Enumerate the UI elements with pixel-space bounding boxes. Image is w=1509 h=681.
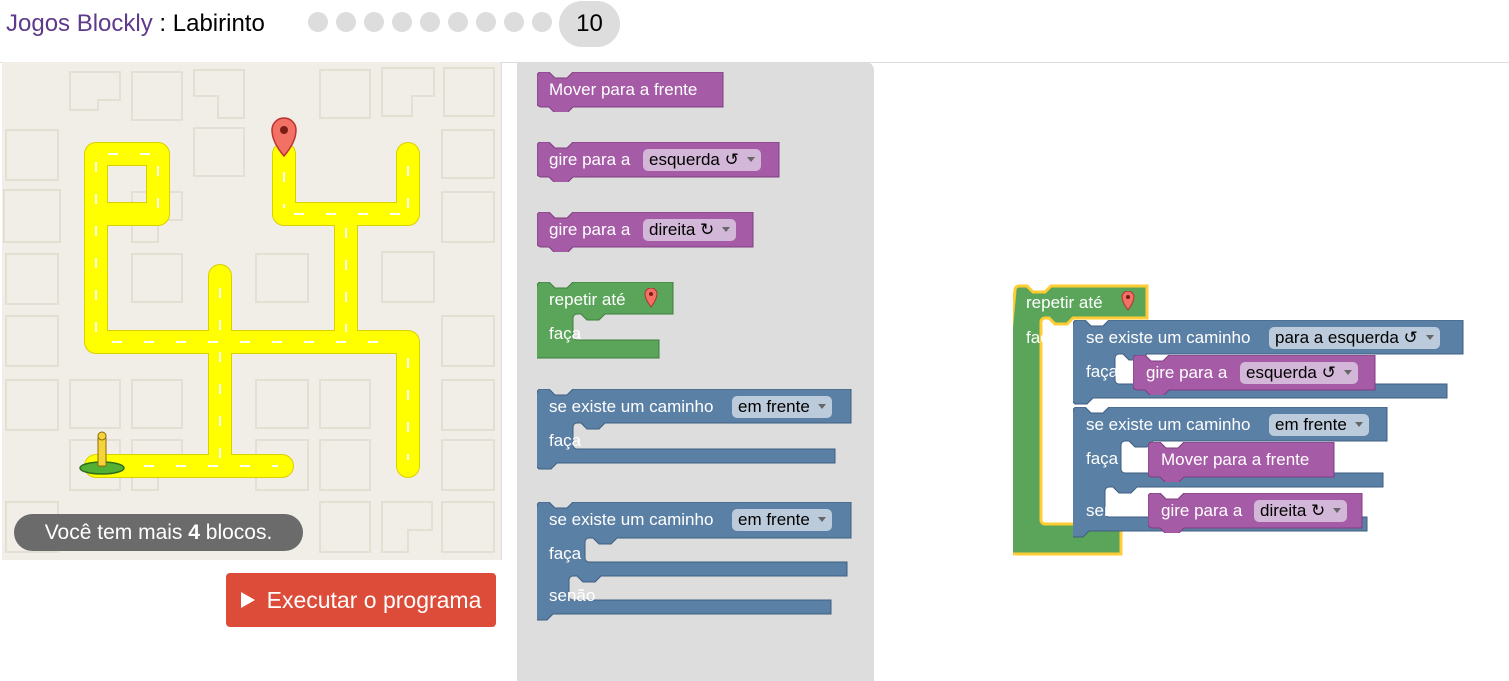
blocks-remaining-count: 4 bbox=[188, 521, 200, 544]
current-level-badge: 10 bbox=[559, 1, 620, 47]
level-dot-1[interactable] bbox=[308, 12, 328, 32]
background-wall-tiles bbox=[3, 67, 495, 553]
header: Jogos Blockly : Labirinto 10 bbox=[0, 0, 1509, 63]
maze-board bbox=[2, 62, 502, 560]
if-do-label: faça bbox=[549, 431, 582, 450]
page-name: Labirinto bbox=[172, 10, 265, 37]
blocks-remaining-message: Você tem mais 4 blocos. bbox=[14, 514, 303, 551]
chevron-down-icon bbox=[1425, 334, 1434, 340]
path-direction-dropdown[interactable]: em frente bbox=[732, 509, 832, 531]
maze-drawing bbox=[3, 67, 495, 553]
turn-right-label: gire para a bbox=[549, 220, 631, 239]
map-marker-icon bbox=[1121, 291, 1135, 311]
turn-direction-dropdown[interactable]: direita ↻ bbox=[1254, 500, 1348, 522]
if-else-path-label: se existe um caminho bbox=[1086, 415, 1251, 434]
move-forward-label: Mover para a frente bbox=[1161, 450, 1310, 469]
chevron-down-icon bbox=[817, 403, 826, 409]
chevron-down-icon bbox=[817, 516, 826, 522]
path-direction-dropdown[interactable]: em frente bbox=[732, 396, 832, 418]
turn-right-label: gire para a bbox=[1161, 501, 1243, 520]
toolbox: Mover para a frente gire para a esquerda… bbox=[517, 62, 874, 681]
repeat-do-label: faça bbox=[1026, 328, 1059, 347]
app-title-link[interactable]: Jogos Blockly bbox=[6, 10, 153, 37]
turn-left-label: gire para a bbox=[549, 150, 631, 169]
if-else-do-label: faça bbox=[549, 544, 582, 563]
level-dot-6[interactable] bbox=[448, 12, 468, 32]
level-dot-3[interactable] bbox=[364, 12, 384, 32]
repeat-until-label: repetir até bbox=[549, 290, 626, 309]
if-do-label: faça bbox=[1086, 362, 1119, 381]
map-marker-icon bbox=[644, 288, 658, 308]
pegman-icon bbox=[79, 431, 125, 475]
run-program-label: Executar o programa bbox=[266, 586, 482, 613]
level-dot-5[interactable] bbox=[420, 12, 440, 32]
workspace[interactable]: repetir até faça se existe um caminho pa… bbox=[875, 63, 1509, 681]
chevron-down-icon bbox=[1333, 507, 1342, 513]
chevron-down-icon bbox=[1354, 421, 1363, 427]
maze-path bbox=[84, 142, 420, 478]
chevron-down-icon bbox=[746, 156, 755, 162]
turn-left-label: gire para a bbox=[1146, 363, 1228, 382]
level-dot-2[interactable] bbox=[336, 12, 356, 32]
level-dot-9[interactable] bbox=[532, 12, 552, 32]
turn-direction-dropdown[interactable]: direita ↻ bbox=[643, 219, 737, 241]
level-dot-8[interactable] bbox=[504, 12, 524, 32]
title-separator: : bbox=[152, 10, 173, 37]
if-path-label: se existe um caminho bbox=[549, 397, 714, 416]
repeat-do-label: faça bbox=[549, 324, 582, 343]
repeat-until-label: repetir até bbox=[1026, 293, 1103, 312]
if-else-path-label: se existe um caminho bbox=[549, 510, 714, 529]
if-else-else-label: senão bbox=[1086, 501, 1133, 520]
path-direction-dropdown[interactable]: em frente bbox=[1269, 414, 1369, 436]
if-path-label: se existe um caminho bbox=[1086, 328, 1251, 347]
page-title: Jogos Blockly : Labirinto bbox=[6, 10, 265, 38]
move-forward-label: Mover para a frente bbox=[549, 80, 698, 99]
play-icon bbox=[240, 591, 255, 608]
level-dot-4[interactable] bbox=[392, 12, 412, 32]
chevron-down-icon bbox=[722, 226, 731, 232]
chevron-down-icon bbox=[1343, 369, 1352, 375]
level-dot-7[interactable] bbox=[476, 12, 496, 32]
turn-direction-dropdown[interactable]: esquerda ↺ bbox=[643, 149, 761, 171]
turn-direction-dropdown[interactable]: esquerda ↺ bbox=[1240, 362, 1358, 384]
run-program-button[interactable]: Executar o programa bbox=[226, 573, 496, 627]
if-else-else-label: senão bbox=[549, 586, 596, 605]
if-else-do-label: faça bbox=[1086, 449, 1119, 468]
path-direction-dropdown[interactable]: para a esquerda ↺ bbox=[1269, 327, 1440, 349]
